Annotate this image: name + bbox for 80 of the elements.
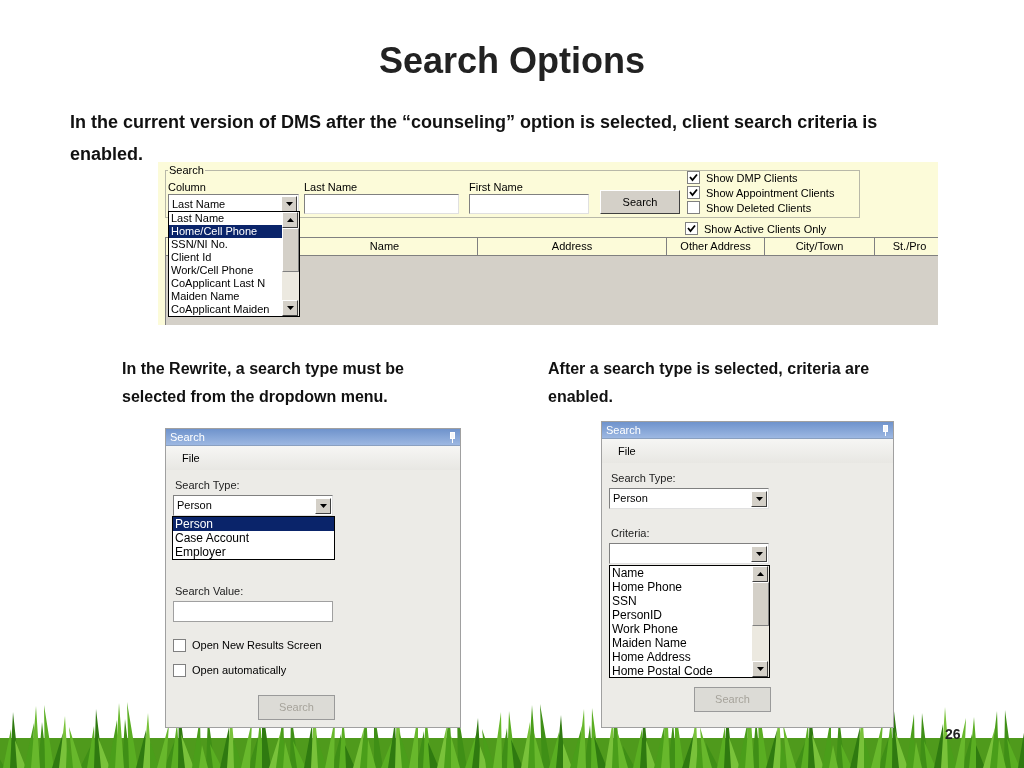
column-header[interactable]: St./Pro: [875, 238, 938, 255]
field-label: Last Name: [304, 181, 359, 194]
list-item[interactable]: Client Id: [169, 251, 282, 264]
menu-item[interactable]: File: [616, 442, 638, 460]
search-button[interactable]: Search: [600, 190, 680, 214]
caret-down-icon: [755, 666, 765, 672]
field-label: Search Type:: [611, 471, 677, 485]
list-item[interactable]: CoApplicant Last N: [169, 277, 282, 290]
scroll-down-button[interactable]: [752, 661, 768, 677]
checkbox[interactable]: [687, 186, 700, 199]
list-item[interactable]: Home Postal Code: [610, 664, 752, 677]
checkbox[interactable]: [173, 638, 186, 652]
scrollbar-thumb[interactable]: [752, 582, 769, 626]
list-item[interactable]: Employer: [173, 545, 334, 559]
column-header[interactable]: Other Address: [667, 238, 765, 255]
caret-down-icon: [754, 550, 764, 557]
caret-up-icon: [755, 571, 765, 577]
dropdown-button[interactable]: [751, 490, 767, 507]
field-label: Search Value:: [175, 584, 245, 598]
dropdown-field[interactable]: Person: [173, 495, 333, 516]
list-item[interactable]: Name: [610, 566, 752, 580]
dropdown-field[interactable]: Last Name: [168, 194, 299, 214]
scrollbar-thumb[interactable]: [282, 228, 299, 272]
list-item[interactable]: Work/Cell Phone: [169, 264, 282, 277]
scrollbar[interactable]: [282, 212, 299, 316]
checkbox[interactable]: [687, 201, 700, 214]
list-item[interactable]: Home/Cell Phone: [169, 225, 282, 238]
column-header[interactable]: Address: [478, 238, 667, 255]
checkbox[interactable]: [685, 222, 698, 235]
text-field[interactable]: [173, 601, 333, 622]
list-item[interactable]: CoApplicant Maiden: [169, 303, 282, 316]
caption-text: In the Rewrite, a search type must be selected from the dropdown menu.: [122, 359, 405, 407]
checkbox-label: Show Deleted Clients: [706, 200, 812, 215]
pin-icon: [449, 431, 456, 443]
list-item[interactable]: SSN: [610, 594, 752, 608]
checkbox-label: Open automatically: [192, 663, 287, 677]
list-item[interactable]: SSN/NI No.: [169, 238, 282, 251]
field-label: Column: [168, 181, 207, 194]
checkbox-label: Show Appointment Clients: [706, 185, 835, 200]
caret-down-icon: [754, 495, 764, 502]
caret-up-icon: [285, 217, 295, 223]
slide-title: Search Options: [377, 39, 647, 83]
text-field[interactable]: [304, 194, 459, 214]
field-label: Criteria:: [611, 526, 651, 540]
caret-down-icon: [318, 502, 328, 509]
caption-text: After a search type is selected, criteria are enabled.: [548, 359, 871, 407]
list-item[interactable]: Maiden Name: [610, 636, 752, 650]
checkbox-label: Show Active Clients Only: [704, 221, 827, 236]
list-item[interactable]: Case Account: [173, 531, 334, 545]
scrollbar[interactable]: [752, 566, 769, 677]
dropdown-button[interactable]: [751, 545, 767, 562]
pin-icon: [882, 424, 889, 436]
group-title: Search: [168, 164, 205, 176]
scroll-down-button[interactable]: [282, 300, 298, 316]
list-item[interactable]: Last Name: [169, 212, 282, 225]
dropdown-button[interactable]: [281, 196, 297, 212]
caret-down-icon: [285, 305, 295, 311]
dropdown-button[interactable]: [315, 497, 331, 514]
window-title: Search: [170, 429, 205, 445]
list-item[interactable]: Maiden Name: [169, 290, 282, 303]
list-item[interactable]: Person: [173, 517, 334, 531]
field-label: First Name: [469, 181, 524, 194]
dropdown-field[interactable]: Person: [609, 488, 769, 509]
dropdown-field[interactable]: [609, 543, 769, 564]
list-item[interactable]: Home Address: [610, 650, 752, 664]
checkbox[interactable]: [173, 663, 186, 677]
caret-down-icon: [284, 201, 294, 207]
list-item[interactable]: Work Phone: [610, 622, 752, 636]
field-label: Search Type:: [175, 478, 241, 492]
window-title: Search: [606, 422, 641, 438]
checkbox-label: Show DMP Clients: [706, 170, 798, 185]
text-field[interactable]: [469, 194, 589, 214]
scroll-up-button[interactable]: [752, 566, 768, 582]
column-header[interactable]: City/Town: [765, 238, 875, 255]
checkbox-label: Open New Results Screen: [192, 638, 322, 652]
scroll-up-button[interactable]: [282, 212, 298, 228]
list-item[interactable]: Home Phone: [610, 580, 752, 594]
menu-item[interactable]: File: [180, 449, 202, 467]
checkbox[interactable]: [687, 171, 700, 184]
list-item[interactable]: PersonID: [610, 608, 752, 622]
